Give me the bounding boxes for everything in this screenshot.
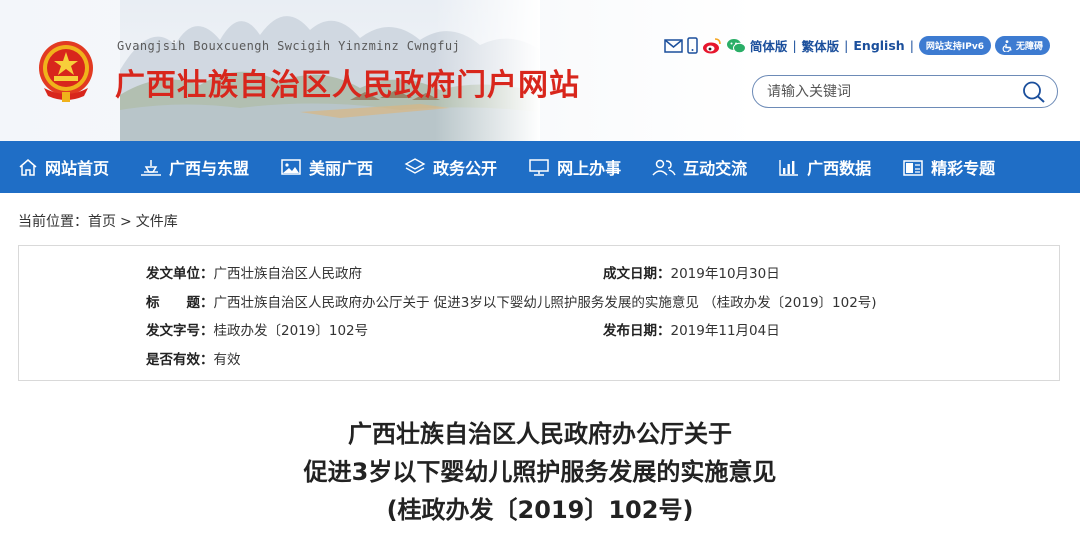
nav-label: 网站首页 <box>45 159 110 178</box>
nav-label: 广西数据 <box>807 159 872 178</box>
nav-item-beautiful-guangxi[interactable]: 美丽广西 <box>280 141 373 193</box>
site-title: 广西壮族自治区人民政府门户网站 <box>115 68 580 103</box>
accessibility-label: 无障碍 <box>1015 42 1043 52</box>
publish-label: 发布日期： <box>603 323 671 339</box>
document-title: 广西壮族自治区人民政府办公厅关于 促进3岁以下婴幼儿照护服务发展的实施意见 (桂… <box>0 415 1080 529</box>
document-title-line-3: (桂政办发〔2019〕102号) <box>386 496 694 524</box>
date-row: 成文日期：2019年10月30日 <box>603 262 780 282</box>
chart-icon <box>779 159 799 176</box>
date-label: 成文日期： <box>603 266 671 282</box>
search-input[interactable] <box>767 82 1007 102</box>
docno-row: 发文字号：桂政办发〔2019〕102号 <box>146 319 368 339</box>
topics-icon <box>903 159 923 176</box>
publish-row: 发布日期：2019年11月04日 <box>603 319 780 339</box>
breadcrumb-current[interactable]: 文件库 <box>136 214 178 230</box>
nav-item-guangxi-asean[interactable]: 广西与东盟 <box>140 141 249 193</box>
valid-row: 是否有效：有效 <box>146 348 241 368</box>
date-value: 2019年10月30日 <box>670 266 780 282</box>
main-nav: 网站首页 广西与东盟 美丽广西 政务公开 网上办事 互动交流 广西数据 精彩专题 <box>0 141 1080 193</box>
nav-item-special-topics[interactable]: 精彩专题 <box>902 141 995 193</box>
ipv6-badge[interactable]: 网站支持IPv6 <box>918 36 991 55</box>
nav-label: 政务公开 <box>433 159 498 178</box>
accessibility-button[interactable]: 无障碍 <box>994 36 1050 55</box>
picture-icon <box>281 159 301 175</box>
nav-label: 美丽广西 <box>309 159 374 178</box>
nav-label: 广西与东盟 <box>169 159 250 178</box>
valid-value: 有效 <box>213 352 241 368</box>
issuer-row: 发文单位：广西壮族自治区人民政府 <box>146 262 362 282</box>
mail-icon[interactable] <box>664 38 683 53</box>
nav-item-government-affairs[interactable]: 政务公开 <box>404 141 497 193</box>
issuer-value: 广西壮族自治区人民政府 <box>213 266 363 282</box>
nav-item-home[interactable]: 网站首页 <box>18 141 109 193</box>
nav-item-online-services[interactable]: 网上办事 <box>528 141 621 193</box>
publish-value: 2019年11月04日 <box>670 323 780 339</box>
document-title-line-1: 广西壮族自治区人民政府办公厅关于 <box>348 420 732 448</box>
layers-icon <box>404 158 426 174</box>
top-links: 简体版 | 繁体版 | English | 网站支持IPv6 无障碍 <box>664 36 1050 55</box>
nav-item-guangxi-data[interactable]: 广西数据 <box>778 141 871 193</box>
title-row: 标 题：广西壮族自治区人民政府办公厅关于 促进3岁以下婴幼儿照护服务发展的实施意… <box>146 291 877 311</box>
monitor-icon <box>529 158 549 176</box>
simplified-chinese-link[interactable]: 简体版 <box>750 36 788 55</box>
docno-value: 桂政办发〔2019〕102号 <box>213 323 369 339</box>
wheelchair-icon <box>1002 39 1012 52</box>
national-emblem-icon <box>39 41 93 102</box>
users-icon <box>652 159 676 176</box>
landmark-icon <box>141 159 162 176</box>
nav-label: 互动交流 <box>683 159 748 178</box>
site-header: Gvangjsih Bouxcuengh Swcigih Yinzminz Cw… <box>0 0 1080 141</box>
breadcrumb-separator: > <box>120 214 132 230</box>
title-label: 标 题： <box>146 295 214 311</box>
home-icon <box>19 158 37 176</box>
english-link[interactable]: English <box>853 38 904 53</box>
breadcrumb-prefix: 当前位置： <box>18 214 88 230</box>
mobile-icon[interactable] <box>687 37 698 54</box>
site-slogan: Gvangjsih Bouxcuengh Swcigih Yinzminz Cw… <box>117 39 461 53</box>
weibo-icon[interactable] <box>702 37 722 54</box>
nav-label: 精彩专题 <box>931 159 996 178</box>
nav-item-interaction[interactable]: 互动交流 <box>652 141 747 193</box>
issuer-label: 发文单位： <box>146 266 214 282</box>
traditional-chinese-link[interactable]: 繁体版 <box>802 36 840 55</box>
nav-label: 网上办事 <box>557 159 622 178</box>
title-value: 广西壮族自治区人民政府办公厅关于 促进3岁以下婴幼儿照护服务发展的实施意见 （桂… <box>213 295 877 311</box>
breadcrumb-home-link[interactable]: 首页 <box>88 214 116 230</box>
search-icon[interactable] <box>1021 80 1047 104</box>
search-box <box>752 75 1058 108</box>
docno-label: 发文字号： <box>146 323 214 339</box>
document-title-line-2: 促进3岁以下婴幼儿照护服务发展的实施意见 <box>303 458 777 486</box>
valid-label: 是否有效： <box>146 352 214 368</box>
breadcrumb: 当前位置：首页 > 文件库 <box>18 211 178 231</box>
document-info-box: 发文单位：广西壮族自治区人民政府 成文日期：2019年10月30日 标 题：广西… <box>18 245 1060 381</box>
wechat-icon[interactable] <box>726 38 746 54</box>
